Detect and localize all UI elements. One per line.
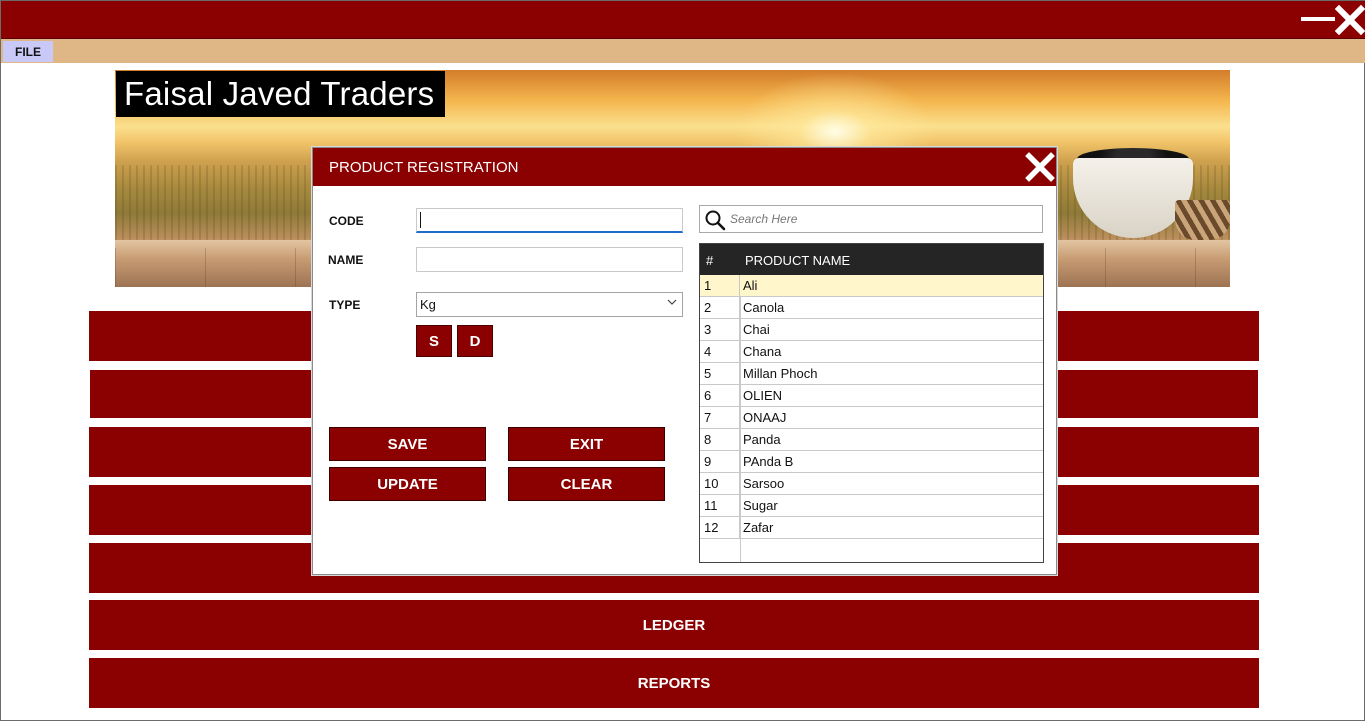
table-row[interactable]: 4 Chana [700, 341, 1043, 363]
grid-header: # PRODUCT NAME [700, 244, 1043, 275]
column-header-number[interactable]: # [706, 253, 713, 268]
row-number: 7 [700, 407, 740, 428]
table-row[interactable]: 7 ONAAJ [700, 407, 1043, 429]
column-header-product-name[interactable]: PRODUCT NAME [745, 253, 850, 268]
row-number: 6 [700, 385, 740, 406]
row-product-name: Zafar [743, 520, 774, 535]
table-row[interactable]: 9 PAnda B [700, 451, 1043, 473]
row-product-name: Sarsoo [743, 476, 785, 491]
code-input[interactable] [416, 208, 683, 233]
basket [1175, 200, 1230, 240]
text-caret [420, 212, 421, 228]
file-menu[interactable]: FILE [3, 41, 53, 62]
row-number: 2 [700, 297, 740, 318]
search-icon [705, 210, 726, 231]
row-number: 5 [700, 363, 740, 384]
row-product-name: Chai [743, 322, 770, 337]
row-number: 12 [700, 517, 740, 538]
name-label: NAME [328, 253, 364, 267]
exit-button[interactable]: EXIT [508, 427, 665, 461]
table-row[interactable]: 12 Zafar [700, 517, 1043, 539]
app-window: FILE Faisal Javed Traders LEDGER REPORTS… [0, 0, 1365, 721]
type-selected-value: Kg [420, 297, 436, 312]
product-registration-dialog: PRODUCT REGISTRATION CODE NAME TYPE Kg S… [312, 147, 1057, 575]
row-product-name: Sugar [743, 498, 778, 513]
code-label: CODE [329, 214, 364, 228]
chevron-down-icon [667, 299, 677, 305]
row-number: 1 [700, 275, 740, 296]
dialog-close-icon[interactable] [1023, 150, 1057, 184]
row-number: 9 [700, 451, 740, 472]
row-product-name: PAnda B [743, 454, 794, 469]
search-box [699, 205, 1043, 233]
dialog-title: PRODUCT REGISTRATION [329, 159, 519, 176]
save-button[interactable]: SAVE [329, 427, 486, 461]
table-row[interactable]: 6 OLIEN [700, 385, 1043, 407]
menu-bar: FILE [1, 39, 1365, 63]
minimize-icon[interactable] [1301, 17, 1335, 21]
dialog-header: PRODUCT REGISTRATION [313, 148, 1056, 186]
table-row[interactable]: 8 Panda [700, 429, 1043, 451]
title-bar [1, 1, 1365, 39]
table-row[interactable]: 11 Sugar [700, 495, 1043, 517]
row-product-name: Panda [743, 432, 781, 447]
type-label: TYPE [329, 298, 361, 312]
row-number: 8 [700, 429, 740, 450]
row-product-name: ONAAJ [743, 410, 787, 425]
row-product-name: Millan Phoch [743, 366, 818, 381]
table-row[interactable]: 10 Sarsoo [700, 473, 1043, 495]
brand-title: Faisal Javed Traders [116, 71, 446, 117]
ledger-button[interactable]: LEDGER [89, 600, 1259, 650]
row-product-name: Ali [743, 278, 758, 293]
update-button[interactable]: UPDATE [329, 467, 486, 501]
table-row[interactable]: 3 Chai [700, 319, 1043, 341]
row-number: 11 [700, 495, 740, 516]
name-input[interactable] [416, 247, 683, 272]
product-grid: # PRODUCT NAME 1 Ali 2 Canola 3 Chai 4 Chana 5 Mi… [699, 243, 1044, 563]
reports-button[interactable]: REPORTS [89, 658, 1259, 708]
d-button[interactable]: D [457, 325, 493, 357]
type-select[interactable]: Kg [416, 292, 683, 317]
table-row[interactable]: 5 Millan Phoch [700, 363, 1043, 385]
s-button[interactable]: S [416, 325, 452, 357]
row-number: 3 [700, 319, 740, 340]
search-input[interactable] [730, 208, 1030, 230]
row-number: 10 [700, 473, 740, 494]
clear-button[interactable]: CLEAR [508, 467, 665, 501]
row-product-name: OLIEN [743, 388, 783, 403]
row-number: 4 [700, 341, 740, 362]
row-product-name: Canola [743, 300, 785, 315]
table-row[interactable]: 2 Canola [700, 297, 1043, 319]
row-product-name: Chana [743, 344, 782, 359]
table-row[interactable]: 1 Ali [700, 275, 1043, 297]
close-icon[interactable] [1334, 3, 1365, 37]
